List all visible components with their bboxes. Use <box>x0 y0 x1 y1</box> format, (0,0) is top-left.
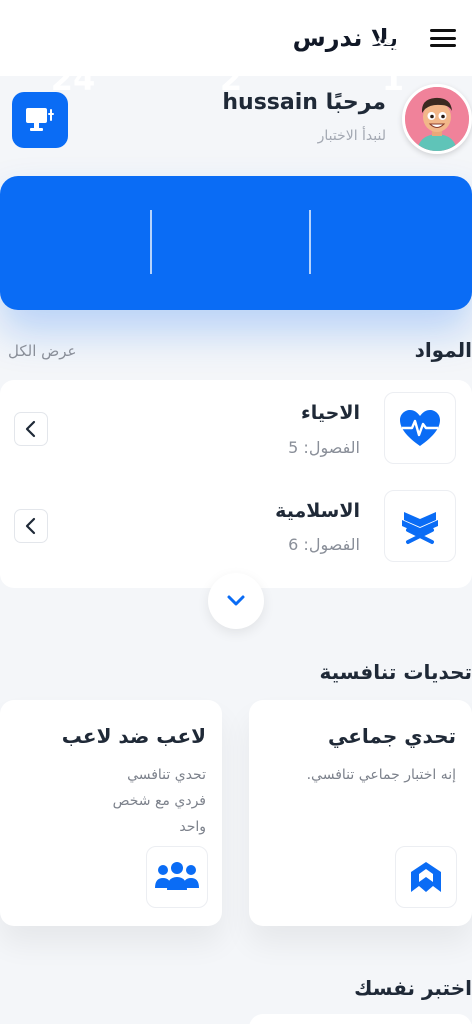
coins-stat: عملات 2 <box>156 26 306 98</box>
challenge-description: تحدي تنافسي فردي مع شخص واحد <box>112 767 206 835</box>
subject-icon <box>384 392 456 464</box>
players-icon <box>155 862 199 890</box>
coins-value: 2 <box>219 60 243 98</box>
challenge-description: إنه اختبار جماعي تنافسي. <box>306 767 456 783</box>
subject-chapters: الفصول: 5 <box>288 438 360 457</box>
subject-name: الاحياء <box>301 402 360 424</box>
monitor-icon <box>26 108 54 131</box>
subject-name: الاسلامية <box>275 500 360 522</box>
points-stat: النقاط 24 <box>0 26 148 98</box>
chevron-left-icon <box>25 517 36 535</box>
home-screen: يلا ندرس مرحبًا hussain لنبدأ الاختبار ا… <box>0 0 472 1024</box>
subject-chapters: الفصول: 6 <box>288 535 360 554</box>
subject-open-button[interactable] <box>14 509 48 543</box>
chevron-left-icon <box>25 420 36 438</box>
chevron-down-icon <box>227 595 245 606</box>
challenge-title: لاعب ضد لاعب <box>61 724 206 748</box>
rank-label: الترتيب <box>363 26 423 50</box>
rank-stat: الترتيب 1 <box>318 26 468 98</box>
self-test-title: اختبر نفسك <box>354 976 472 1000</box>
greeting-subtitle: لنبدأ الاختبار <box>317 128 386 144</box>
challenge-icon <box>395 846 457 908</box>
heartbeat-icon <box>400 410 440 446</box>
team-challenge-card[interactable]: تحدي جماعي إنه اختبار جماعي تنافسي. <box>249 700 472 926</box>
stats-divider <box>150 210 152 274</box>
group-logo-icon <box>411 862 441 892</box>
subjects-title: المواد <box>414 338 472 362</box>
self-test-card[interactable] <box>249 1014 472 1024</box>
points-label: النقاط <box>46 26 100 50</box>
stats-divider <box>309 210 311 274</box>
quran-book-icon <box>402 512 438 544</box>
rank-value: 1 <box>381 60 405 98</box>
view-all-link[interactable]: عرض الكل <box>8 342 77 360</box>
challenges-title: تحديات تنافسية <box>319 660 472 684</box>
coins-label: عملات <box>203 26 259 50</box>
challenge-icon <box>146 846 208 908</box>
subject-open-button[interactable] <box>14 412 48 446</box>
expand-subjects-button[interactable] <box>208 573 264 629</box>
subject-icon <box>384 490 456 562</box>
points-value: 24 <box>50 60 96 98</box>
challenge-title: تحدي جماعي <box>328 724 456 748</box>
device-button[interactable] <box>12 92 68 148</box>
stats-card <box>0 176 472 310</box>
pvp-challenge-card[interactable]: لاعب ضد لاعب تحدي تنافسي فردي مع شخص واح… <box>0 700 222 926</box>
